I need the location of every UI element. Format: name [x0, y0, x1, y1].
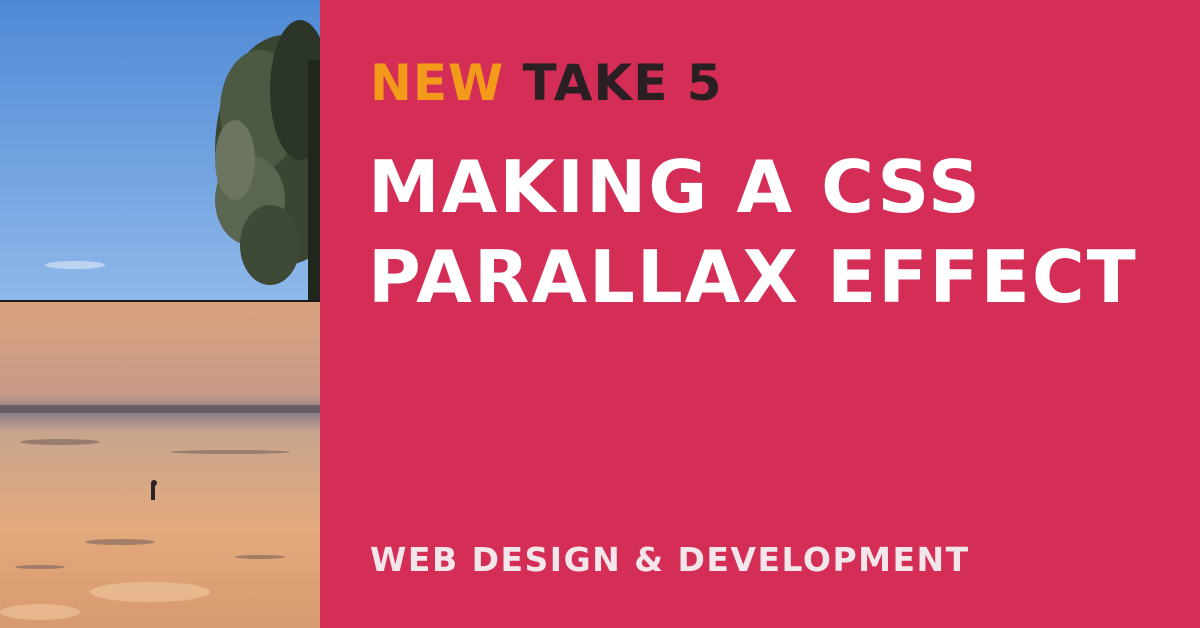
headline-line-2: PARALLAX EFFECT: [368, 235, 1138, 319]
new-label: NEW: [370, 54, 505, 112]
photo-collage: [0, 0, 320, 628]
title-panel: NEW TAKE 5 MAKING A CSS PARALLAX EFFECT …: [320, 0, 1200, 628]
headline: MAKING A CSS PARALLAX EFFECT: [368, 142, 1138, 322]
take-label: TAKE 5: [522, 54, 723, 112]
headline-line-1: MAKING A CSS: [368, 145, 982, 229]
palm-tree-sky-photo: [0, 0, 320, 300]
kicker: NEW TAKE 5: [370, 58, 723, 108]
sunset-beach-photo: [0, 302, 320, 628]
category-label: WEB DESIGN & DEVELOPMENT: [370, 540, 970, 579]
